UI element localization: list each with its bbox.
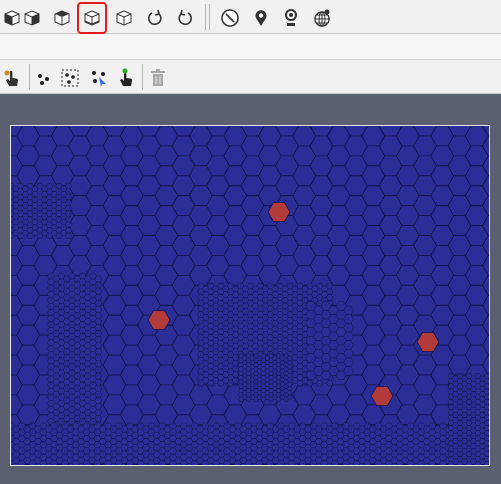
select-points-button[interactable] bbox=[58, 66, 82, 90]
mesh-cell bbox=[94, 306, 103, 313]
mesh-cell bbox=[343, 323, 354, 333]
mesh-cell bbox=[94, 275, 103, 283]
move-points-icon bbox=[92, 71, 106, 87]
mesh-cell bbox=[326, 380, 334, 387]
mesh-cell bbox=[94, 330, 103, 337]
place-marker-icon bbox=[120, 68, 132, 86]
toolbar-separator bbox=[209, 4, 210, 30]
mesh-canvas[interactable] bbox=[10, 125, 490, 466]
mesh-cell bbox=[287, 360, 293, 365]
mesh-cell bbox=[65, 199, 73, 206]
mesh-cell bbox=[94, 336, 103, 343]
view-isometric-button[interactable] bbox=[77, 2, 107, 34]
mesh-cell bbox=[65, 227, 73, 234]
mesh-cell bbox=[343, 349, 354, 359]
mesh-cell bbox=[94, 281, 103, 289]
rotate-ccw-icon bbox=[178, 9, 192, 26]
add-points-icon bbox=[38, 74, 49, 85]
rotate-cw-icon bbox=[148, 9, 162, 26]
mesh-cell bbox=[343, 357, 354, 367]
rotate-cw-button[interactable] bbox=[143, 6, 167, 30]
mesh-cell bbox=[326, 294, 334, 301]
compass-icon bbox=[221, 9, 239, 27]
mesh-cell bbox=[326, 282, 334, 290]
mesh-cell bbox=[65, 221, 73, 228]
edit-toolbar bbox=[0, 60, 501, 94]
view-side-button[interactable] bbox=[50, 6, 74, 30]
viewport bbox=[0, 94, 501, 484]
mesh-cell bbox=[94, 409, 103, 416]
pointer-hand-button[interactable] bbox=[0, 66, 24, 90]
move-points-button[interactable] bbox=[87, 66, 111, 90]
mesh-cell bbox=[94, 384, 103, 392]
mesh-cell bbox=[94, 312, 103, 319]
globe-pin-icon bbox=[314, 9, 330, 27]
mesh-cell bbox=[287, 394, 293, 400]
mesh-cell bbox=[326, 288, 334, 295]
mesh-cell bbox=[94, 324, 103, 331]
compass-button[interactable] bbox=[218, 6, 242, 30]
mesh-cell bbox=[94, 293, 103, 301]
mesh-cell bbox=[343, 340, 354, 350]
view-cube-side-icon bbox=[54, 10, 70, 26]
mesh-cell bbox=[94, 378, 103, 386]
view-toolbar bbox=[0, 0, 501, 34]
mesh-cell bbox=[287, 355, 293, 361]
place-marker-button[interactable] bbox=[114, 66, 138, 90]
toolbar-separator bbox=[142, 64, 143, 90]
map-pin-icon bbox=[255, 10, 267, 26]
map-pin-button[interactable] bbox=[249, 6, 273, 30]
mesh-cell bbox=[94, 299, 103, 307]
mesh-cell bbox=[287, 364, 293, 370]
add-points-button[interactable] bbox=[32, 66, 56, 90]
mesh-cell bbox=[65, 216, 73, 223]
globe-pin-button[interactable] bbox=[310, 6, 334, 30]
mesh-cell bbox=[94, 354, 103, 362]
mesh-cell bbox=[65, 232, 73, 239]
mesh-cell bbox=[287, 373, 293, 378]
view-cube-front-icon bbox=[4, 10, 20, 26]
mesh-cell bbox=[94, 318, 103, 325]
mesh-cell bbox=[65, 210, 73, 217]
mesh-cell bbox=[94, 372, 103, 380]
mesh-cell bbox=[94, 415, 103, 422]
mesh-cell bbox=[287, 390, 293, 396]
mesh-cell bbox=[287, 381, 293, 387]
mesh-cell bbox=[343, 314, 354, 324]
voronoi-mesh bbox=[11, 126, 489, 465]
toolbar-separator bbox=[205, 4, 206, 30]
delete-button[interactable] bbox=[146, 66, 170, 90]
mesh-cell bbox=[65, 188, 73, 195]
mesh-cell bbox=[287, 386, 293, 391]
mesh-cell bbox=[94, 360, 103, 368]
mesh-cell bbox=[343, 305, 354, 315]
mesh-cell bbox=[343, 366, 354, 376]
mesh-cell bbox=[94, 366, 103, 374]
view-cube-back-icon bbox=[24, 10, 40, 26]
mesh-cell bbox=[94, 348, 103, 356]
mesh-cell bbox=[343, 331, 354, 341]
toolbar-strip bbox=[0, 34, 501, 60]
view-back-button[interactable] bbox=[20, 6, 44, 30]
mesh-cell bbox=[287, 377, 293, 383]
pointer-hand-icon bbox=[4, 70, 18, 86]
mesh-cell bbox=[65, 182, 73, 190]
delete-icon bbox=[151, 69, 165, 86]
view-cube-top-icon bbox=[116, 10, 132, 26]
mesh-cell bbox=[94, 390, 103, 398]
toolbar-separator bbox=[29, 64, 30, 90]
mesh-cell bbox=[65, 205, 73, 212]
mesh-cell bbox=[94, 342, 103, 349]
mesh-cell bbox=[94, 396, 103, 404]
mesh-cell bbox=[94, 287, 103, 295]
mesh-cell bbox=[287, 368, 293, 374]
mesh-cell bbox=[94, 403, 103, 410]
rotate-ccw-button[interactable] bbox=[173, 6, 197, 30]
location-marker-button[interactable] bbox=[279, 6, 303, 30]
view-cube-isometric-icon bbox=[84, 10, 100, 26]
select-points-icon bbox=[61, 69, 79, 87]
view-top-button[interactable] bbox=[112, 6, 136, 30]
location-marker-icon bbox=[285, 9, 297, 26]
mesh-cell bbox=[65, 194, 73, 201]
